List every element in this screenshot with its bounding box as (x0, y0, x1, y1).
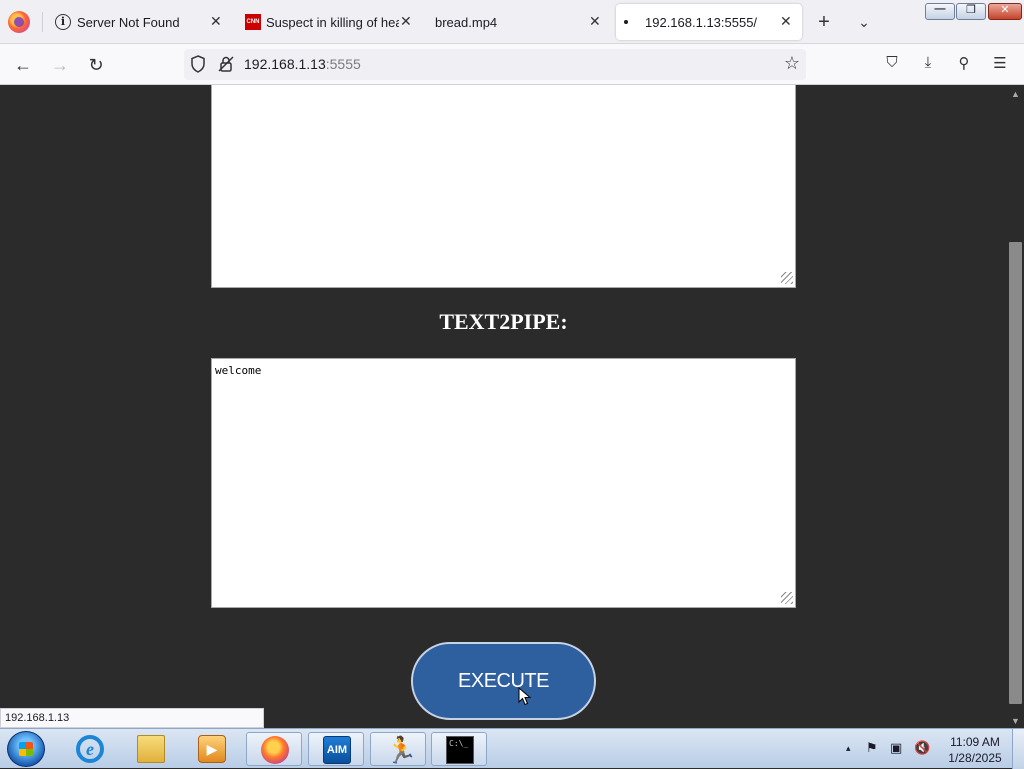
taskbar-command-prompt[interactable]: C:\_ (431, 732, 487, 766)
tab-title: 192.168.1.13:5555/ (645, 15, 758, 30)
close-icon: ✕ (1000, 4, 1010, 16)
tab-active-local-server[interactable]: 192.168.1.13:5555/ ✕ (616, 4, 802, 40)
taskbar-media-center[interactable]: ▶ (184, 732, 240, 766)
maximize-icon: ❐ (966, 4, 976, 16)
volume-muted-icon[interactable]: 🔇 (914, 740, 930, 756)
extensions-icon[interactable]: ⚲ (953, 54, 975, 76)
text2pipe-heading: TEXT2PIPE: (439, 309, 568, 334)
show-desktop-button[interactable] (1012, 729, 1024, 769)
insecure-lock-icon[interactable] (218, 55, 234, 73)
page-scrollbar[interactable]: ▲ ▼ (1007, 85, 1024, 728)
downloads-icon[interactable]: ⤓ (917, 54, 939, 76)
reload-button[interactable]: ↻ (83, 52, 109, 78)
info-icon: i (55, 14, 71, 30)
tab-title: Server Not Found (77, 15, 180, 30)
pocket-icon[interactable]: ⛉ (881, 54, 903, 76)
folder-icon (137, 735, 165, 763)
top-textarea[interactable] (211, 85, 796, 288)
aim-icon: AIM (323, 736, 351, 764)
scroll-down-icon[interactable]: ▼ (1011, 716, 1020, 726)
command-prompt-icon: C:\_ (446, 736, 474, 764)
taskbar-internet-explorer[interactable]: e (62, 732, 118, 766)
tab-separator (42, 12, 43, 32)
tracking-protection-shield-icon[interactable] (190, 55, 206, 73)
close-window-button[interactable]: ✕ (988, 3, 1022, 20)
link-status-tooltip: 192.168.1.13 (0, 708, 264, 728)
forward-button[interactable]: → (47, 52, 73, 78)
bookmark-star-icon[interactable]: ☆ (784, 53, 800, 74)
url-text[interactable]: 192.168.1.13:5555 (244, 56, 361, 72)
url-port: :5555 (325, 56, 361, 72)
url-host: 192.168.1.13 (244, 56, 326, 72)
clock-time: 11:09 AM (950, 735, 1000, 749)
address-bar[interactable]: 192.168.1.13:5555 ☆ (184, 49, 806, 80)
taskbar-windows-explorer[interactable] (123, 732, 179, 766)
navigation-toolbar: ← → ↻ 192.168.1.13:5555 ☆ ⛉ ⤓ ⚲ ☰ (0, 44, 1024, 85)
action-center-flag-icon[interactable]: ⚑ (866, 740, 878, 756)
text2pipe-textarea[interactable]: welcome (211, 358, 796, 608)
new-tab-button[interactable]: + (812, 11, 836, 35)
internet-explorer-icon: e (76, 735, 104, 763)
tab-strip: i Server Not Found ✕ CNN Suspect in kill… (0, 0, 1024, 44)
tab-close-icon[interactable]: ✕ (400, 13, 412, 30)
show-hidden-icons-arrow[interactable]: ▴ (846, 743, 851, 754)
mouse-cursor-icon (518, 687, 532, 706)
network-icon[interactable]: ▣ (890, 740, 902, 756)
maximize-button[interactable]: ❐ (956, 3, 986, 20)
system-clock[interactable]: 11:09 AM 1/28/2025 (940, 734, 1010, 766)
app-menu-icon[interactable]: ☰ (989, 54, 1011, 76)
cnn-icon: CNN (245, 14, 261, 30)
tab-title: Suspect in killing of heal (266, 15, 399, 30)
taskbar-aim[interactable]: AIM (308, 732, 364, 766)
start-button[interactable] (7, 731, 45, 767)
firefox-icon (261, 736, 289, 764)
tab-bread-video[interactable]: bread.mp4 ✕ (424, 4, 610, 40)
tab-title: bread.mp4 (435, 15, 498, 30)
minimize-icon: — (934, 3, 946, 15)
list-all-tabs-button[interactable]: ⌄ (852, 11, 876, 35)
taskbar-aim-runner[interactable]: 🏃 (370, 732, 426, 766)
tab-server-not-found[interactable]: i Server Not Found ✕ (48, 4, 234, 40)
media-player-icon: ▶ (198, 735, 226, 763)
taskbar-firefox[interactable] (246, 732, 302, 766)
back-button[interactable]: ← (10, 52, 36, 78)
tab-close-icon[interactable]: ✕ (589, 13, 601, 30)
tab-close-icon[interactable]: ✕ (780, 13, 792, 30)
resize-grip-icon[interactable] (781, 592, 793, 604)
scroll-thumb[interactable] (1009, 242, 1022, 704)
tab-cnn-article[interactable]: CNN Suspect in killing of heal ✕ (240, 4, 416, 40)
firefox-view-icon[interactable] (8, 11, 30, 33)
scroll-up-icon[interactable]: ▲ (1011, 89, 1020, 99)
execute-button[interactable]: EXECUTE (411, 642, 596, 720)
resize-grip-icon[interactable] (781, 272, 793, 284)
page-content: TEXT2PIPE: welcome EXECUTE (0, 85, 1007, 728)
clock-date: 1/28/2025 (948, 751, 1002, 765)
tab-close-icon[interactable]: ✕ (210, 13, 222, 30)
minimize-button[interactable]: — (925, 3, 955, 20)
aim-running-man-icon: 🏃 (385, 735, 418, 765)
loading-dot-icon (624, 20, 628, 24)
taskbar: e ▶ AIM 🏃 C:\_ ▴ ⚑ ▣ 🔇 11:09 AM 1/28/202… (0, 728, 1024, 769)
